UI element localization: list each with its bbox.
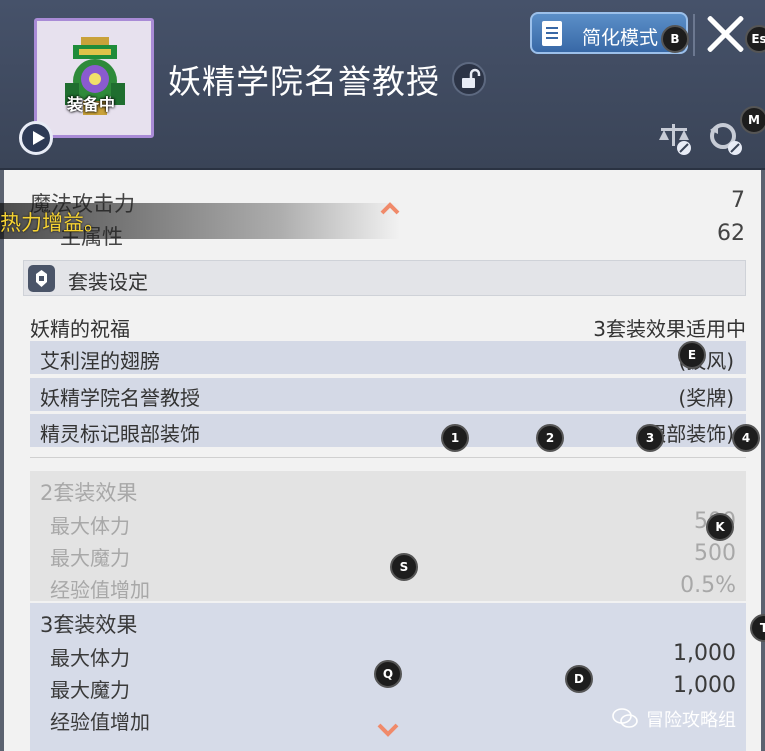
buff-tooltip-text: 热力增益。 bbox=[0, 211, 105, 235]
hotkey-b-badge: B bbox=[661, 25, 689, 53]
effect-stat-value: 1,000 bbox=[673, 673, 736, 698]
set-item-label: 艾利涅的翅膀 bbox=[40, 349, 160, 373]
effect-stat-value: 500 bbox=[694, 541, 736, 566]
set-item-label: 妖精学院名誉教授 bbox=[40, 386, 200, 410]
set-name-row: 妖精的祝福 3套装效果适用中 bbox=[30, 309, 746, 342]
hotkey-k-badge: K bbox=[706, 513, 734, 541]
hotkey-d-badge: D bbox=[565, 665, 593, 693]
set-item-row: 妖精学院名誉教授 (奖牌) bbox=[30, 378, 746, 411]
effect-stat-label: 最大魔力 bbox=[50, 546, 130, 570]
effect-stat-label: 最大体力 bbox=[50, 646, 130, 670]
hotkey-3-badge: 3 bbox=[636, 424, 664, 452]
chevron-up-icon[interactable] bbox=[380, 198, 400, 218]
set-section-title: 套装设定 bbox=[68, 270, 148, 294]
effect-stat-label: 经验值增加 bbox=[50, 710, 150, 734]
effect-stat-label: 经验值增加 bbox=[50, 578, 150, 602]
buff-tooltip: 热力增益。 bbox=[0, 203, 400, 239]
lock-icon[interactable] bbox=[452, 62, 486, 96]
item-title: 妖精学院名誉教授 bbox=[168, 62, 440, 101]
effect-stat-value: 0.5% bbox=[680, 573, 736, 598]
item-icon-frame: 装备中 bbox=[34, 18, 154, 138]
stat-value-main-attr: 62 bbox=[717, 221, 745, 246]
section-divider bbox=[30, 457, 746, 458]
equipped-label: 装备中 bbox=[67, 95, 116, 114]
effect-stat-label: 最大魔力 bbox=[50, 678, 130, 702]
set-effect-title: 3套装效果 bbox=[40, 613, 138, 637]
close-icon[interactable] bbox=[705, 14, 745, 54]
item-header: 装备中 妖精学院名誉教授 简化模式 bbox=[0, 0, 765, 170]
set-section-header: 套装设定 bbox=[23, 260, 746, 296]
hotkey-esc-badge: Es bbox=[745, 25, 765, 53]
hotkey-4-badge: 4 bbox=[732, 424, 760, 452]
stat-value-magic-attack: 7 bbox=[731, 188, 745, 213]
set-name: 妖精的祝福 bbox=[30, 317, 130, 341]
transfer-icon[interactable] bbox=[706, 120, 744, 156]
watermark-text: 冒险攻略组 bbox=[646, 710, 736, 731]
effect-stat-value: 1,000 bbox=[673, 641, 736, 666]
hotkey-q-badge: Q bbox=[374, 660, 402, 688]
hotkey-1-badge: 1 bbox=[441, 424, 469, 452]
set-effect-title: 2套装效果 bbox=[40, 481, 138, 505]
chevron-down-icon[interactable] bbox=[376, 718, 400, 742]
set-item-slot: (奖牌) bbox=[678, 386, 734, 410]
simple-mode-label: 简化模式 bbox=[582, 27, 659, 49]
header-divider bbox=[693, 14, 695, 56]
hotkey-e-badge: E bbox=[678, 341, 706, 369]
hotkey-2-badge: 2 bbox=[536, 424, 564, 452]
play-button[interactable] bbox=[19, 121, 53, 155]
effect-stat-label: 最大体力 bbox=[50, 514, 130, 538]
unlock-glyph bbox=[462, 68, 481, 88]
wechat-icon bbox=[612, 708, 638, 728]
set-effect-2-box: 2套装效果 最大体力 500 最大魔力 500 经验值增加 0.5% bbox=[30, 471, 746, 602]
hotkey-s-badge: S bbox=[390, 553, 418, 581]
hotkey-m-badge: M bbox=[740, 106, 765, 134]
set-icon bbox=[28, 265, 55, 292]
compare-scale-icon[interactable] bbox=[655, 120, 693, 156]
set-item-label: 精灵标记眼部装饰 bbox=[40, 422, 200, 446]
set-item-row: 艾利涅的翅膀 (披风) bbox=[30, 341, 746, 374]
document-icon bbox=[542, 21, 562, 46]
set-status: 3套装效果适用中 bbox=[593, 317, 746, 341]
